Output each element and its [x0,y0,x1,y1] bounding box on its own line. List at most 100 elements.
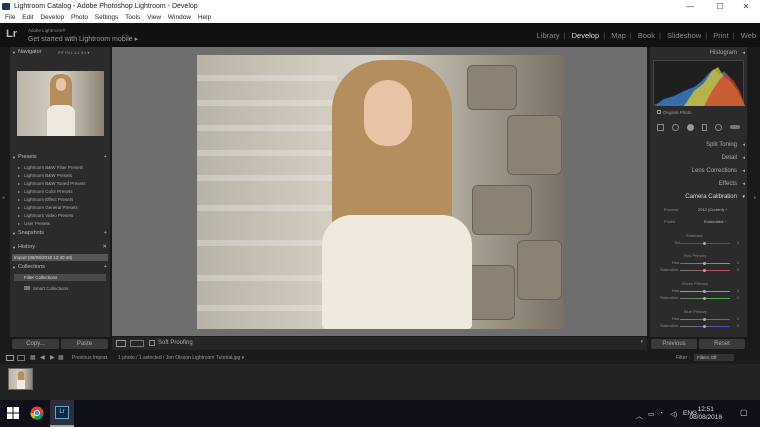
grid-view-icon[interactable]: ▦ [30,354,36,361]
adjustment-brush-icon[interactable] [730,125,740,129]
left-panel-toggle-icon[interactable]: ◂ [2,195,5,201]
menu-settings[interactable]: Settings [95,13,119,23]
green-hue-label: Hue [672,288,680,293]
crop-icon[interactable] [657,123,664,131]
clock-date: 08/08/2018 [689,414,722,421]
soft-proofing-checkbox[interactable] [149,340,155,346]
minimize-button[interactable]: — [676,0,704,13]
notifications-icon[interactable]: ▢ [740,408,748,417]
right-panel-toggle-icon[interactable]: ▸ [754,195,757,201]
menu-help[interactable]: Help [198,13,211,23]
preset-folder[interactable]: Lightroom B&W Presets [18,173,72,178]
menu-file[interactable]: File [5,13,15,23]
lightroom-taskbar-button[interactable]: Lr [50,400,74,427]
second-window-icon[interactable] [17,355,25,361]
menu-view[interactable]: View [147,13,161,23]
module-slideshow[interactable]: Slideshow [667,31,701,40]
toolbar-menu-icon[interactable]: ▾ [640,339,643,345]
navigator-title: Navigator [18,49,42,55]
before-after-icon[interactable] [130,340,144,347]
volume-icon[interactable]: ◁) [670,410,677,418]
module-develop[interactable]: Develop [572,31,600,40]
preset-folder[interactable]: Lightroom Effect Presets [18,197,73,202]
module-web[interactable]: Web [741,31,756,40]
green-saturation-thumb[interactable] [703,297,706,300]
source-label[interactable]: Previous Import [72,355,107,361]
tray-chevron-icon[interactable]: ︿ [636,410,643,420]
previous-button[interactable]: Previous [651,339,697,349]
menu-window[interactable]: Window [168,13,191,23]
network-icon[interactable]: ◔ [659,410,663,417]
loupe-view-icon[interactable] [116,340,126,347]
forward-arrow-icon[interactable]: ▶ [50,354,55,361]
navigator-preview[interactable] [17,71,104,136]
smart-collections[interactable]: Smart Collections [24,286,68,291]
history-item[interactable]: Import (08/08/2018 12:40:48) [12,254,108,261]
red-hue-thumb[interactable] [703,262,706,265]
paste-button[interactable]: Paste [61,339,108,349]
zoom-fit[interactable]: FIT [58,50,64,55]
filmstrip-thumbnail[interactable] [8,368,33,390]
histogram-header[interactable]: Histogram [650,47,747,59]
snapshots-header[interactable]: Snapshots+ [10,229,110,238]
module-library[interactable]: Library [537,31,560,40]
split-toning-header[interactable]: Split Toning [650,139,747,151]
blue-hue-thumb[interactable] [703,318,706,321]
effects-header[interactable]: Effects [650,178,747,190]
preset-folder[interactable]: Lightroom Color Presets [18,189,72,194]
chrome-icon[interactable] [30,406,44,420]
menu-tools[interactable]: Tools [125,13,140,23]
radial-filter-icon[interactable] [715,123,722,131]
filter-collections[interactable]: Filter Collections [14,274,106,281]
original-photo-checkbox[interactable] [657,110,661,114]
presets-header[interactable]: Presets+ [10,153,110,162]
red-eye-icon[interactable] [687,123,694,131]
tint-slider-thumb[interactable] [703,242,706,245]
menu-photo[interactable]: Photo [71,13,88,23]
filter-select[interactable]: Filters Off [694,354,734,361]
process-select[interactable]: 2012 (Current) ÷ [698,207,727,212]
taskbar-clock[interactable]: 12:51 08/08/2018 [689,406,722,422]
grid-icon[interactable]: ▦ [58,354,64,361]
collections-header[interactable]: Collections+ [10,263,110,272]
blue-hue-value: 0 [737,316,740,321]
module-map[interactable]: Map [611,31,626,40]
menu-edit[interactable]: Edit [22,13,33,23]
graduated-filter-icon[interactable] [702,123,707,131]
preset-folder[interactable]: Lightroom General Presets [18,205,78,210]
module-print[interactable]: Print [713,31,728,40]
maximize-button[interactable]: ☐ [706,0,734,13]
history-header[interactable]: History✕ [10,243,110,252]
preset-folder[interactable]: User Presets [18,221,50,226]
green-hue-thumb[interactable] [703,290,706,293]
blue-saturation-thumb[interactable] [703,325,706,328]
main-photo[interactable] [197,55,563,329]
main-window-icon[interactable] [6,355,14,361]
header-collapse-icon[interactable]: ▴ [376,47,379,53]
reset-button[interactable]: Reset [699,339,745,349]
red-saturation-thumb[interactable] [703,269,706,272]
get-started-mobile-link[interactable]: Get started with Lightroom mobile ▸ [28,35,138,43]
battery-icon[interactable]: ▭ [648,410,654,418]
preset-folder[interactable]: Lightroom B&W Filter Presets [18,165,83,170]
lens-corrections-header[interactable]: Lens Corrections [650,165,747,177]
module-book[interactable]: Book [638,31,655,40]
menu-develop[interactable]: Develop [40,13,64,23]
profile-select[interactable]: Embedded ÷ [704,219,727,224]
filmstrip [0,364,760,400]
copy-button[interactable]: Copy... [12,339,59,349]
zoom-1-1[interactable]: 1:1 [74,50,80,55]
navigator-header[interactable]: Navigator FIT FILL 1:1 3:1 ▾ [10,48,110,57]
close-button[interactable]: ✕ [732,0,760,13]
back-arrow-icon[interactable]: ◀ [40,354,45,361]
detail-header[interactable]: Detail [650,152,747,164]
camera-calibration-header[interactable]: Camera Calibration [650,191,747,203]
selection-info[interactable]: 1 photo / 1 selected / Jon Olsson Lightr… [118,355,244,361]
histogram[interactable] [653,60,745,106]
preset-folder[interactable]: Lightroom B&W Toned Presets [18,181,85,186]
windows-start-icon[interactable] [6,406,20,420]
zoom-fill[interactable]: FILL [65,50,73,55]
preset-folder[interactable]: Lightroom Video Presets [18,213,73,218]
zoom-3-1[interactable]: 3:1 ▾ [81,50,90,55]
spot-removal-icon[interactable] [672,123,679,131]
